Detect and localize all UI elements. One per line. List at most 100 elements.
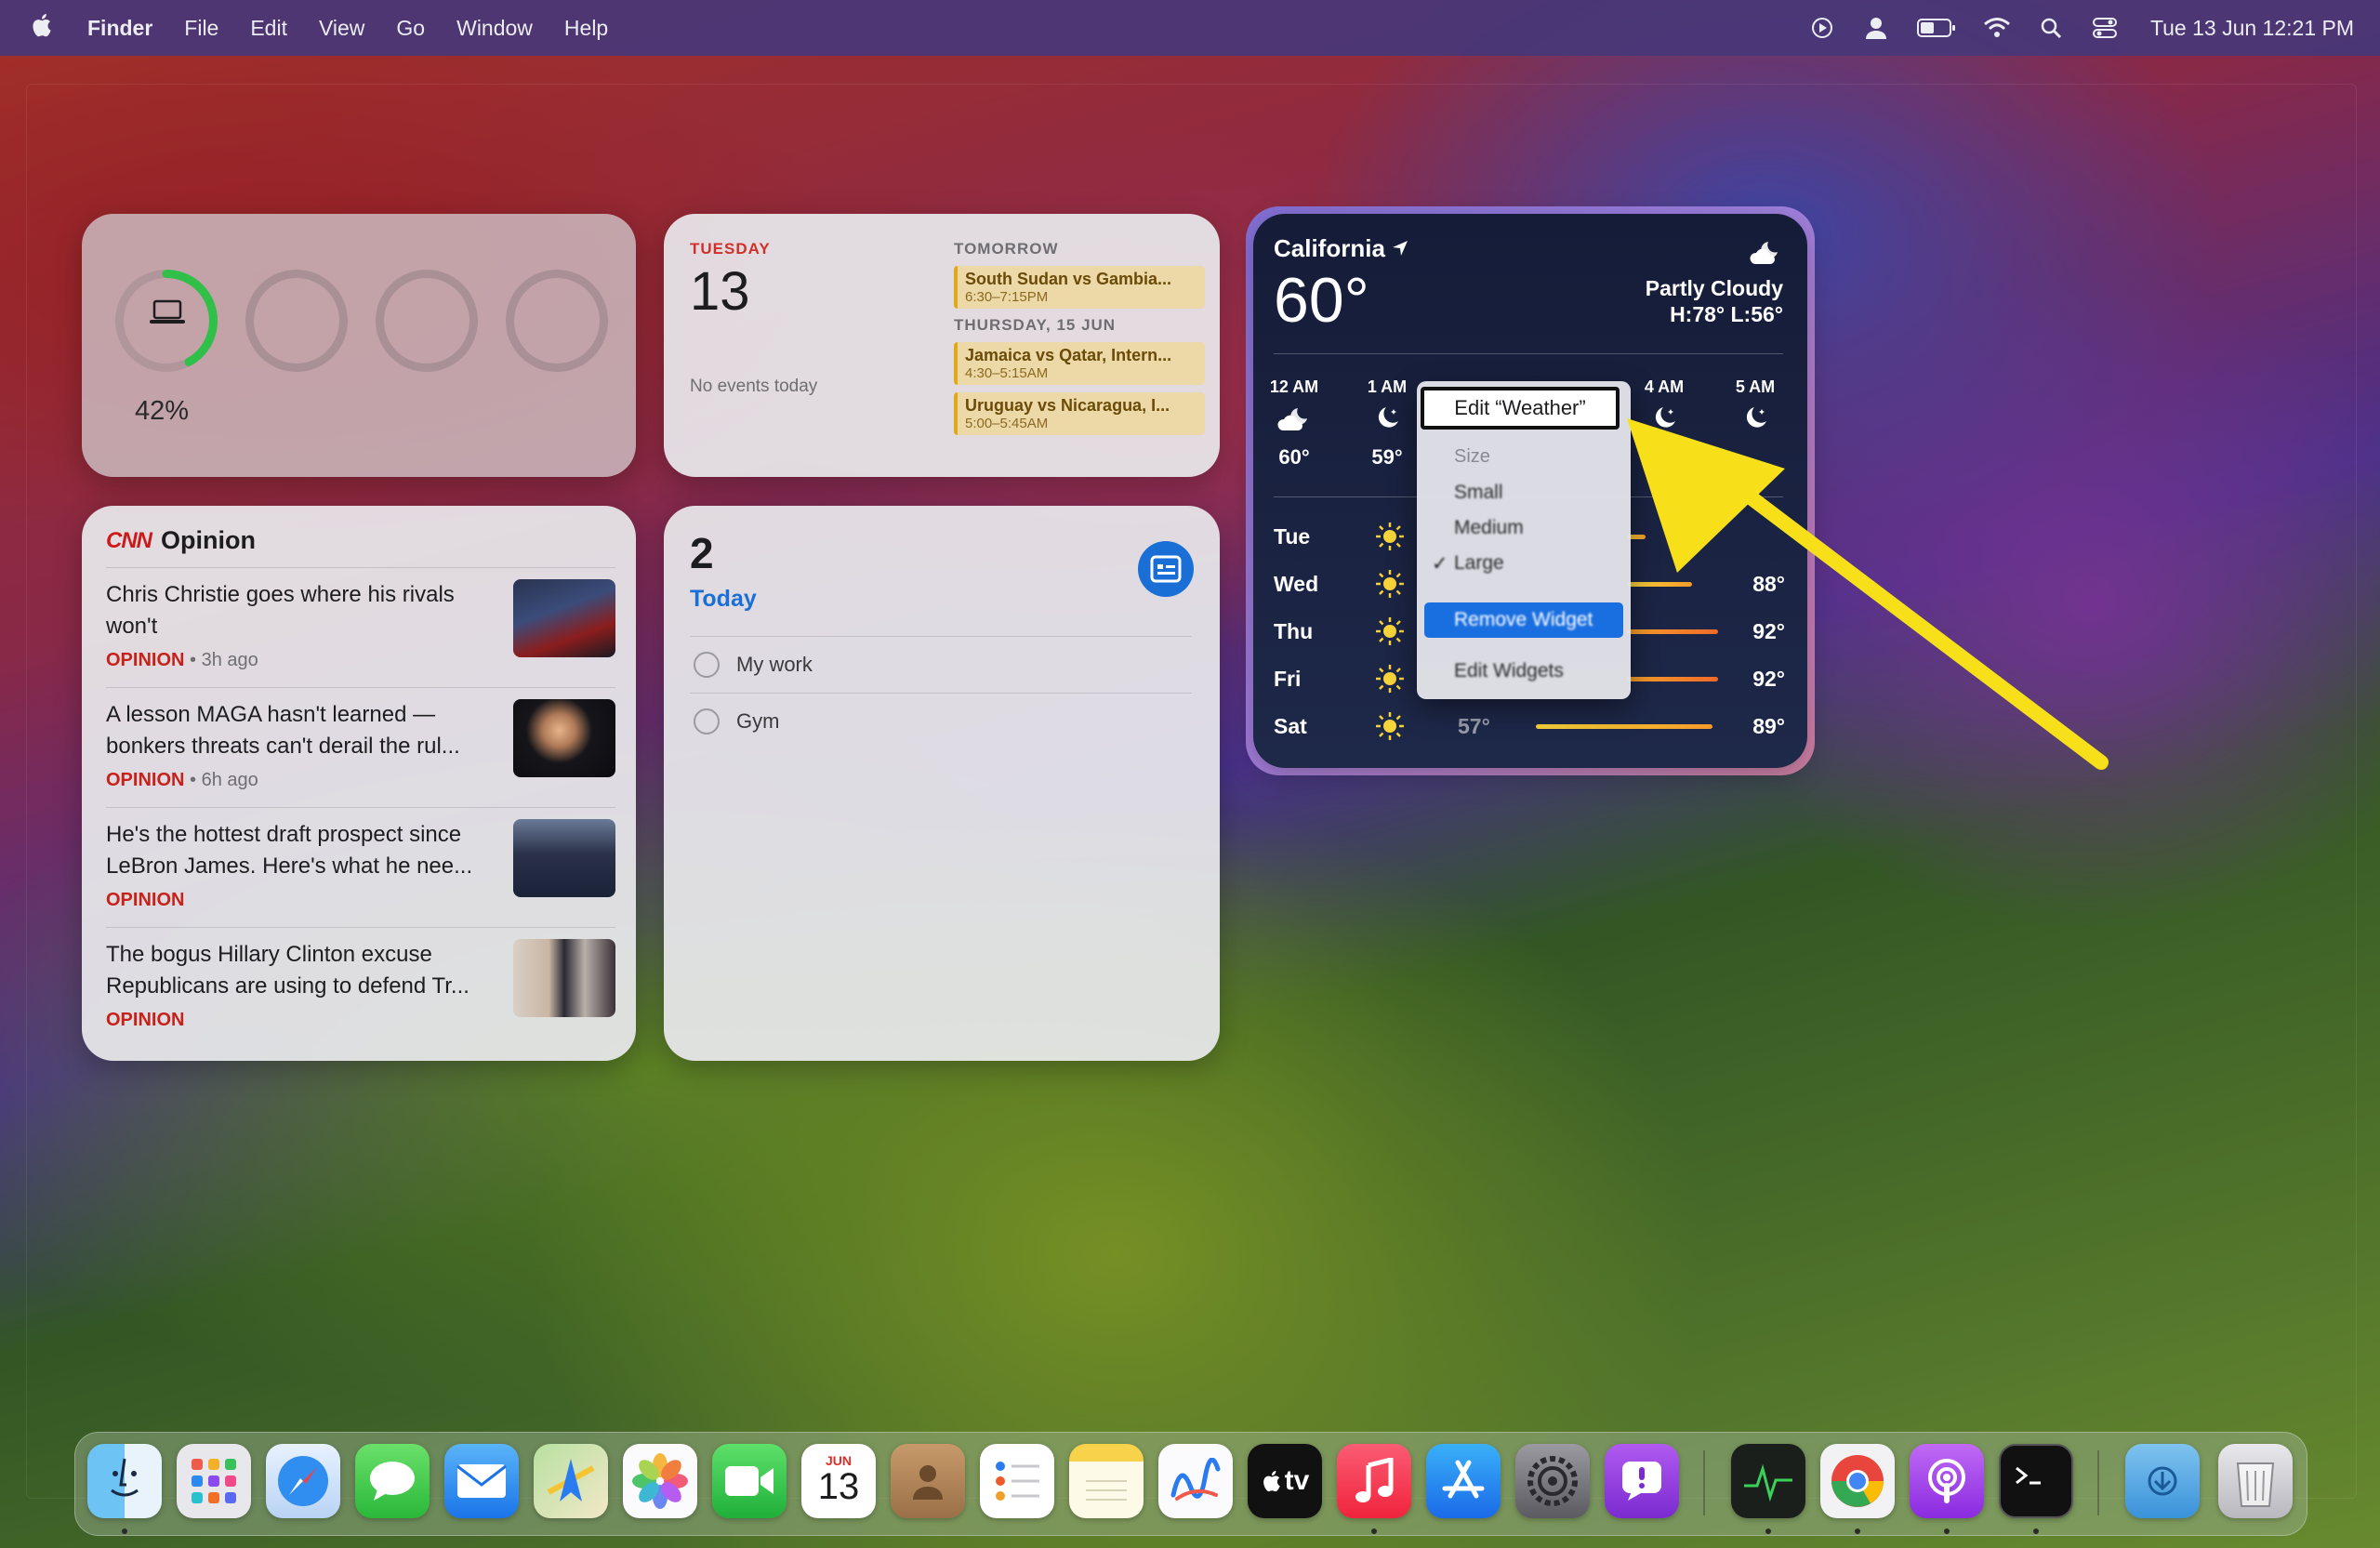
news-widget[interactable]: CNN Opinion Chris Christie goes where hi… bbox=[82, 506, 636, 1061]
menu-bar: Finder File Edit View Go Window Help Tue… bbox=[0, 0, 2380, 56]
weather-divider bbox=[1274, 353, 1783, 354]
widget-context-menu: Edit “Weather” Size Small Medium ✓ Large… bbox=[1417, 381, 1631, 699]
screen-record-icon[interactable] bbox=[1808, 14, 1836, 42]
messages-app-icon[interactable] bbox=[355, 1444, 430, 1518]
system-settings-app-icon[interactable] bbox=[1515, 1444, 1590, 1518]
running-indicator bbox=[1765, 1528, 1771, 1534]
reminder-item[interactable]: My work bbox=[690, 636, 1192, 693]
daily-day: Fri bbox=[1274, 667, 1302, 691]
size-medium-menu-item[interactable]: Medium bbox=[1454, 517, 1524, 539]
music-app-icon[interactable] bbox=[1337, 1444, 1411, 1518]
battery-percent: 42% bbox=[135, 396, 190, 426]
battery-icon[interactable] bbox=[1916, 14, 1957, 42]
menu-help[interactable]: Help bbox=[564, 16, 608, 41]
weather-hilo: H:78° L:56° bbox=[1670, 302, 1783, 326]
news-tag: OPINION bbox=[106, 650, 185, 670]
freeform-app-icon[interactable] bbox=[1158, 1444, 1233, 1518]
sun-icon bbox=[1374, 521, 1406, 558]
calendar-event-time: 4:30–5:15AM bbox=[965, 365, 1049, 381]
reminders-app-icon[interactable] bbox=[980, 1444, 1054, 1518]
battery-ring-empty bbox=[245, 270, 348, 372]
reminders-list-icon bbox=[1138, 541, 1194, 597]
activity-monitor-app-icon[interactable] bbox=[1731, 1444, 1805, 1518]
size-large-menu-item[interactable]: Large bbox=[1454, 552, 1504, 575]
notes-app-icon[interactable] bbox=[1069, 1444, 1144, 1518]
calendar-widget[interactable]: TUESDAY 13 No events today TOMORROW Sout… bbox=[664, 214, 1220, 477]
calendar-event[interactable]: Uruguay vs Nicaragua, I... 5:00–5:45AM bbox=[954, 392, 1205, 435]
reminders-widget[interactable]: 2 Today My work Gym bbox=[664, 506, 1220, 1061]
news-age: • 3h ago bbox=[184, 650, 258, 670]
mail-app-icon[interactable] bbox=[444, 1444, 519, 1518]
remove-widget-menu-item[interactable]: Remove Widget bbox=[1424, 602, 1623, 638]
trash-icon[interactable] bbox=[2218, 1444, 2293, 1518]
annotation-arrow bbox=[1627, 418, 2109, 770]
reminders-list-title: Today bbox=[690, 586, 757, 612]
running-indicator bbox=[1855, 1528, 1860, 1534]
downloads-folder-icon[interactable] bbox=[2125, 1444, 2200, 1518]
menu-file[interactable]: File bbox=[184, 16, 218, 41]
launchpad-app-icon[interactable] bbox=[177, 1444, 251, 1518]
tv-app-label: tv bbox=[1284, 1465, 1310, 1496]
reminder-checkbox[interactable] bbox=[694, 652, 720, 678]
app-store-app-icon[interactable] bbox=[1426, 1444, 1501, 1518]
size-small-menu-item[interactable]: Small bbox=[1454, 482, 1503, 504]
edit-weather-menu-item[interactable]: Edit “Weather” bbox=[1421, 387, 1620, 430]
news-item[interactable]: He's the hottest draft prospect since Le… bbox=[106, 807, 615, 927]
calendar-event-title: South Sudan vs Gambia... bbox=[965, 270, 1172, 288]
sun-icon bbox=[1374, 568, 1406, 605]
calendar-event-title: Jamaica vs Qatar, Intern... bbox=[965, 346, 1172, 364]
feedback-assistant-app-icon[interactable] bbox=[1605, 1444, 1679, 1518]
news-tag: OPINION bbox=[106, 770, 185, 790]
daily-day: Wed bbox=[1274, 572, 1319, 596]
menu-view[interactable]: View bbox=[319, 16, 364, 41]
calendar-event[interactable]: South Sudan vs Gambia... 6:30–7:15PM bbox=[954, 266, 1205, 309]
daily-day: Tue bbox=[1274, 524, 1311, 549]
hourly-time: 5 AM bbox=[1735, 377, 1776, 396]
spotlight-icon[interactable] bbox=[2037, 14, 2065, 42]
news-headline: He's the hottest draft prospect since Le… bbox=[106, 822, 473, 879]
calendar-event[interactable]: Jamaica vs Qatar, Intern... 4:30–5:15AM bbox=[954, 342, 1205, 385]
menu-edit[interactable]: Edit bbox=[250, 16, 287, 41]
reminders-count: 2 bbox=[690, 529, 714, 577]
menu-clock[interactable]: Tue 13 Jun 12:21 PM bbox=[2150, 16, 2354, 41]
control-center-icon[interactable] bbox=[2091, 14, 2119, 42]
finder-app-icon[interactable] bbox=[87, 1444, 162, 1518]
reminder-item[interactable]: Gym bbox=[690, 693, 1192, 749]
menu-window[interactable]: Window bbox=[456, 16, 533, 41]
news-item[interactable]: A lesson MAGA hasn't learned — bonkers t… bbox=[106, 687, 615, 807]
running-indicator bbox=[1371, 1528, 1377, 1534]
news-item[interactable]: The bogus Hillary Clinton excuse Republi… bbox=[106, 927, 615, 1047]
calendar-no-events: No events today bbox=[690, 377, 818, 396]
photos-app-icon[interactable] bbox=[623, 1444, 697, 1518]
maps-app-icon[interactable] bbox=[534, 1444, 608, 1518]
daily-day: Thu bbox=[1274, 619, 1314, 643]
facetime-app-icon[interactable] bbox=[712, 1444, 787, 1518]
daily-low: 57° bbox=[1458, 714, 1490, 738]
contacts-app-icon[interactable] bbox=[891, 1444, 965, 1518]
cloud-moon-icon bbox=[1277, 406, 1311, 437]
dock-separator bbox=[2097, 1450, 2099, 1515]
news-item[interactable]: Chris Christie goes where his rivals won… bbox=[106, 567, 615, 687]
edit-widgets-menu-item[interactable]: Edit Widgets bbox=[1454, 660, 1564, 682]
remove-widget-label: Remove Widget bbox=[1454, 609, 1593, 630]
daily-day: Sat bbox=[1274, 714, 1307, 738]
calendar-app-icon[interactable]: JUN 13 bbox=[801, 1444, 876, 1518]
safari-app-icon[interactable] bbox=[266, 1444, 340, 1518]
running-indicator bbox=[122, 1528, 127, 1534]
reminder-checkbox[interactable] bbox=[694, 708, 720, 734]
chrome-app-icon[interactable] bbox=[1820, 1444, 1895, 1518]
tv-app-icon[interactable]: tv bbox=[1248, 1444, 1322, 1518]
menu-go[interactable]: Go bbox=[396, 16, 425, 41]
news-thumbnail bbox=[513, 699, 615, 777]
calendar-thursday-header: THURSDAY, 15 JUN bbox=[954, 316, 1117, 334]
weather-current-temp: 60° bbox=[1274, 265, 1369, 336]
wifi-icon[interactable] bbox=[1983, 14, 2011, 42]
news-tag: OPINION bbox=[106, 890, 185, 910]
apple-menu-icon[interactable] bbox=[30, 12, 52, 45]
podcasts-app-icon[interactable] bbox=[1910, 1444, 1984, 1518]
terminal-app-icon[interactable] bbox=[1999, 1444, 2073, 1518]
user-icon[interactable] bbox=[1862, 14, 1890, 42]
menu-app-name[interactable]: Finder bbox=[87, 16, 152, 41]
batteries-widget[interactable]: 42% bbox=[82, 214, 636, 477]
battery-ring-empty bbox=[376, 270, 478, 372]
